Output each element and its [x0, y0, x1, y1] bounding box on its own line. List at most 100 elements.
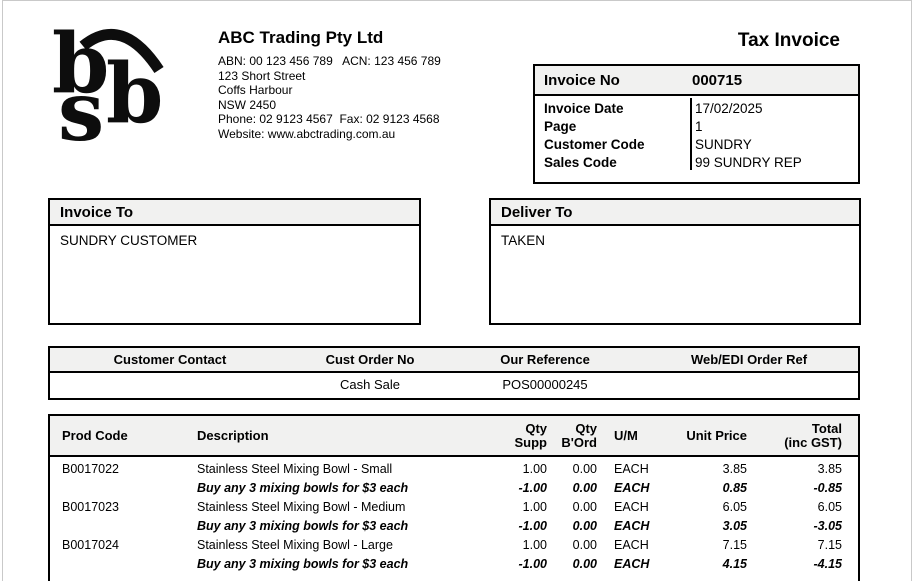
item-total: -4.15	[747, 557, 842, 571]
unit-price-header: Unit Price	[670, 416, 747, 455]
company-state-zip: NSW 2450	[218, 98, 441, 113]
company-name: ABC Trading Pty Ltd	[218, 28, 441, 48]
our-reference-value: POS00000245	[450, 377, 640, 392]
invoice-no-label: Invoice No	[535, 72, 620, 89]
order-info-value-row: Cash Sale POS00000245	[50, 373, 858, 396]
item-qty-supp: 1.00	[507, 462, 547, 476]
item-desc: Stainless Steel Mixing Bowl - Medium	[197, 500, 507, 514]
meta-row-page: Page 1	[535, 118, 858, 136]
item-unit-price: 4.15	[670, 557, 747, 571]
item-code: B0017024	[50, 538, 197, 552]
item-um: EACH	[597, 538, 670, 552]
line-items-header-row: Prod Code Description Qty Supp Qty B'Ord…	[50, 416, 858, 457]
item-unit-price: 7.15	[670, 538, 747, 552]
item-total: 7.15	[747, 538, 842, 552]
invoice-to-box: Invoice To SUNDRY CUSTOMER	[48, 198, 421, 325]
sales-code-label: Sales Code	[535, 155, 617, 170]
page-value: 1	[695, 118, 703, 136]
company-abn-acn: ABN: 00 123 456 789 ACN: 123 456 789	[218, 54, 441, 69]
line-items-table: Prod Code Description Qty Supp Qty B'Ord…	[48, 414, 860, 581]
invoice-date-label: Invoice Date	[535, 101, 624, 116]
item-qty-bord: 0.00	[547, 557, 597, 571]
item-desc: Stainless Steel Mixing Bowl - Large	[197, 538, 507, 552]
item-qty-supp: -1.00	[507, 519, 547, 533]
invoice-no-header: Invoice No 000715	[535, 66, 858, 96]
prod-code-header: Prod Code	[50, 416, 197, 455]
company-website: Website: www.abctrading.com.au	[218, 127, 441, 142]
item-um: EACH	[597, 462, 670, 476]
company-phone-fax: Phone: 02 9123 4567 Fax: 02 9123 4568	[218, 112, 441, 127]
item-code: B0017022	[50, 462, 197, 476]
invoice-to-header: Invoice To	[50, 200, 419, 226]
item-total: 6.05	[747, 500, 842, 514]
item-total: -3.05	[747, 519, 842, 533]
item-row-6-promo: Buy any 3 mixing bowls for $3 each -1.00…	[50, 554, 858, 573]
item-total: 3.85	[747, 462, 842, 476]
item-row-5: B0017024 Stainless Steel Mixing Bowl - L…	[50, 535, 858, 554]
invoice-meta-box: Invoice No 000715 Invoice Date 17/02/202…	[533, 64, 860, 184]
item-um: EACH	[597, 500, 670, 514]
item-qty-bord: 0.00	[547, 538, 597, 552]
order-info-table: Customer Contact Cust Order No Our Refer…	[48, 346, 860, 400]
meta-row-customer-code: Customer Code SUNDRY	[535, 136, 858, 154]
item-row-2-promo: Buy any 3 mixing bowls for $3 each -1.00…	[50, 478, 858, 497]
item-unit-price: 3.05	[670, 519, 747, 533]
item-unit-price: 0.85	[670, 481, 747, 495]
logo-letter-s: s	[58, 64, 104, 160]
item-unit-price: 3.85	[670, 462, 747, 476]
deliver-to-header: Deliver To	[491, 200, 859, 226]
item-row-3: B0017023 Stainless Steel Mixing Bowl - M…	[50, 497, 858, 516]
deliver-to-value: TAKEN	[491, 226, 859, 255]
cust-order-no-value: Cash Sale	[290, 377, 450, 392]
sales-code-value: 99 SUNDRY REP	[695, 154, 802, 172]
item-qty-bord: 0.00	[547, 481, 597, 495]
item-desc: Stainless Steel Mixing Bowl - Small	[197, 462, 507, 476]
document-title: Tax Invoice	[700, 30, 840, 52]
item-qty-bord: 0.00	[547, 519, 597, 533]
item-qty-bord: 0.00	[547, 462, 597, 476]
order-info-header-row: Customer Contact Cust Order No Our Refer…	[50, 348, 858, 373]
invoice-date-value: 17/02/2025	[695, 100, 763, 118]
item-total: -0.85	[747, 481, 842, 495]
company-city: Coffs Harbour	[218, 83, 441, 98]
meta-row-invoice-date: Invoice Date 17/02/2025	[535, 100, 858, 118]
company-street: 123 Short Street	[218, 69, 441, 84]
item-um: EACH	[597, 481, 670, 495]
cust-order-no-header: Cust Order No	[290, 352, 450, 367]
qty-supp-header: Qty Supp	[507, 416, 547, 455]
item-unit-price: 6.05	[670, 500, 747, 514]
item-desc: Buy any 3 mixing bowls for $3 each	[197, 519, 507, 533]
item-um: EACH	[597, 519, 670, 533]
item-desc: Buy any 3 mixing bowls for $3 each	[197, 481, 507, 495]
page-label: Page	[535, 119, 576, 134]
customer-contact-header: Customer Contact	[50, 352, 290, 367]
um-header: U/M	[597, 416, 670, 455]
logo-letter-b2: b	[106, 46, 163, 142]
company-logo: b b s	[50, 22, 200, 162]
description-header: Description	[197, 416, 507, 455]
item-code: B0017023	[50, 500, 197, 514]
item-qty-supp: 1.00	[507, 500, 547, 514]
qty-bord-header: Qty B'Ord	[547, 416, 597, 455]
company-info: ABC Trading Pty Ltd ABN: 00 123 456 789 …	[218, 28, 441, 141]
invoice-no-value: 000715	[692, 72, 742, 89]
total-header: Total (inc GST)	[747, 416, 842, 455]
item-qty-supp: 1.00	[507, 538, 547, 552]
item-desc: Buy any 3 mixing bowls for $3 each	[197, 557, 507, 571]
invoice-meta-body: Invoice Date 17/02/2025 Page 1 Customer …	[535, 96, 858, 180]
deliver-to-box: Deliver To TAKEN	[489, 198, 861, 325]
item-qty-supp: -1.00	[507, 481, 547, 495]
customer-code-value: SUNDRY	[695, 136, 752, 154]
item-row-1: B0017022 Stainless Steel Mixing Bowl - S…	[50, 459, 858, 478]
our-reference-header: Our Reference	[450, 352, 640, 367]
invoice-to-value: SUNDRY CUSTOMER	[50, 226, 419, 255]
item-row-4-promo: Buy any 3 mixing bowls for $3 each -1.00…	[50, 516, 858, 535]
web-edi-order-ref-header: Web/EDI Order Ref	[640, 352, 858, 367]
line-items-body: B0017022 Stainless Steel Mixing Bowl - S…	[50, 457, 858, 573]
item-qty-supp: -1.00	[507, 557, 547, 571]
item-qty-bord: 0.00	[547, 500, 597, 514]
customer-code-label: Customer Code	[535, 137, 645, 152]
meta-row-sales-code: Sales Code 99 SUNDRY REP	[535, 154, 858, 172]
invoice-page: b b s ABC Trading Pty Ltd ABN: 00 123 45…	[0, 0, 916, 581]
item-um: EACH	[597, 557, 670, 571]
